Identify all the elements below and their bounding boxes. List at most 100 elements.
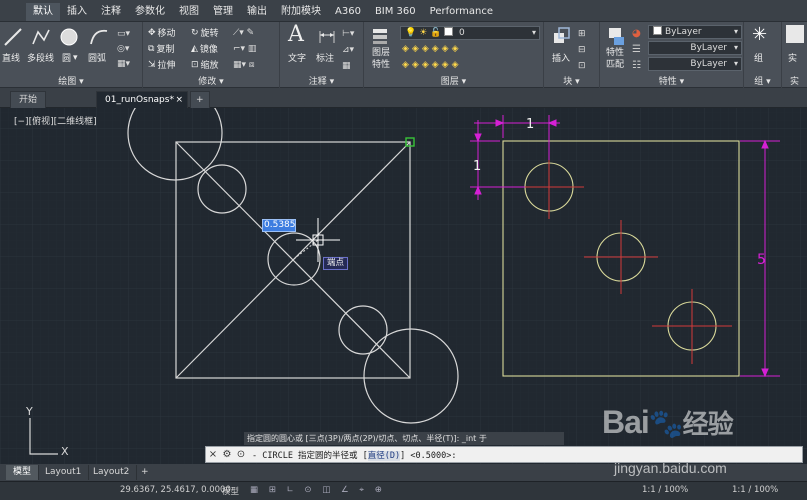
command-prompt-icon[interactable]: ⊙ (234, 447, 248, 462)
mirror-button[interactable]: ◭ 镜像 (191, 42, 218, 56)
panel-groups: ✳ 组 组 ▾ (744, 22, 782, 88)
dimension-icon (319, 31, 335, 43)
annotation-scale-2[interactable]: 1:1 / 100% (732, 485, 778, 495)
color-wheel-icon: ◕ ☰ ☷ (632, 28, 641, 71)
polyline-button[interactable]: 多段线 (27, 51, 54, 64)
move-button[interactable]: ✥ 移动 (148, 26, 176, 40)
tab-view[interactable]: 视图 (172, 3, 206, 21)
layer-tools-row2[interactable]: ◈◈◈◈◈◈ (402, 60, 462, 70)
panel-draw: 直线 多段线 圆 ▾ 圆弧 ▭▾ ◎▾ ▦▾ 绘图 ▾ (0, 22, 143, 88)
tab-performance[interactable]: Performance (423, 3, 500, 21)
file-tab-bar: 开始 01_runOsnaps* × + (0, 88, 807, 108)
drawing-area[interactable]: 1 1 5 Y X (0, 85, 807, 464)
layer-dropdown[interactable]: 💡 ☀ 🔓 0 ▾ (400, 26, 540, 40)
annotation-extra-tools[interactable]: ⊢▾ ⊿▾ ▦ (342, 26, 354, 74)
diameter-option[interactable]: 直径(D) (367, 450, 401, 461)
dynamic-input-field[interactable]: 0.5385 (262, 219, 296, 232)
model-space-toggle[interactable]: 模型 (222, 485, 239, 497)
ucs-x-label: X (61, 445, 69, 458)
rotate-icon: ↻ (191, 27, 199, 38)
layer-properties-button[interactable]: 图层 特性 (372, 48, 390, 70)
panel-annotation-label[interactable]: 注释 ▾ (280, 74, 363, 87)
linetype-dropdown[interactable]: ByLayer ▾ (648, 41, 742, 55)
polyline-icon (32, 29, 50, 45)
copy-button[interactable]: ⧉ 复制 (148, 42, 174, 56)
status-bar: 29.6367, 25.4617, 0.0000 模型 ▦ ⊞ ∟ ⊙ ◫ ∠ … (0, 481, 807, 500)
tab-insert[interactable]: 插入 (60, 3, 94, 21)
color-swatch (653, 26, 662, 35)
layer-properties-icon (373, 29, 387, 44)
tab-manage[interactable]: 管理 (206, 3, 240, 21)
tab-a360[interactable]: A360 (328, 3, 368, 21)
coordinates-readout[interactable]: 29.6367, 25.4617, 0.0000 (120, 485, 231, 495)
lineweight-dropdown[interactable]: ByLayer ▾ (648, 57, 742, 71)
lock-icon: 🔓 (430, 28, 442, 38)
tab-addins[interactable]: 附加模块 (274, 3, 328, 21)
match-properties-icon (609, 28, 624, 45)
tab-drawing[interactable]: 01_runOsnaps* × (96, 91, 188, 108)
panel-properties-label[interactable]: 特性 ▾ (600, 74, 743, 87)
modify-extra-tools[interactable]: ⟋▾ ✎ ⌐▾ ▥ ▦▾ ⧈ (233, 25, 256, 73)
command-input[interactable]: - CIRCLE 指定圆的半径或 [直径(D)] <0.5000>: (248, 449, 456, 461)
text-button[interactable]: 文字 (288, 51, 306, 64)
mirror-icon: ◭ (191, 43, 198, 54)
tab-start[interactable]: 开始 (10, 91, 47, 108)
panel-block-label[interactable]: 块 ▾ (544, 74, 599, 87)
chevron-down-icon: ▾ (531, 28, 536, 37)
chevron-down-icon: ▾ (73, 52, 78, 63)
snap-tooltip: 端点 (323, 257, 349, 270)
stretch-button[interactable]: ⇲ 拉伸 (148, 58, 176, 72)
sun-icon: ☀ (419, 28, 428, 38)
match-properties-button[interactable]: 特性 匹配 (606, 48, 624, 70)
panel-utilities-label[interactable]: 实 (782, 74, 807, 87)
layer-color-swatch (444, 27, 454, 36)
layer-state-icons: 💡 (405, 28, 417, 38)
text-icon: A (288, 22, 304, 47)
copy-icon: ⧉ (148, 43, 155, 54)
draw-extra-tools[interactable]: ▭▾ ◎▾ ▦▾ (117, 27, 130, 72)
line-icon (4, 28, 22, 46)
ucs-y-label: Y (25, 405, 33, 418)
arc-icon (90, 29, 108, 45)
tab-parametric[interactable]: 参数化 (128, 3, 172, 21)
command-line[interactable]: × ⚙ ⊙ - CIRCLE 指定圆的半径或 [直径(D)] <0.5000>: (205, 446, 803, 463)
block-extra-tools[interactable]: ⊞ ⊟ ⊡ (578, 26, 586, 74)
circle-button[interactable]: 圆 ▾ (62, 51, 78, 65)
panel-groups-label[interactable]: 组 ▾ (744, 74, 781, 87)
circle-icon (60, 28, 78, 46)
panel-draw-label[interactable]: 绘图 ▾ (0, 74, 142, 87)
close-icon[interactable]: × (175, 92, 183, 108)
panel-properties: 特性 匹配 ◕ ☰ ☷ ByLayer ▾ ByLayer ▾ ByLayer ▾ 特性 ▾ (600, 22, 744, 88)
tab-layout1[interactable]: Layout1 (38, 465, 90, 480)
drawing-canvas[interactable]: 1 1 5 Y X (0, 85, 807, 464)
dim-label-top: 1 (526, 117, 534, 132)
new-tab-button[interactable]: + (190, 91, 210, 108)
tab-bim360[interactable]: BIM 360 (368, 3, 423, 21)
panel-modify-label[interactable]: 修改 ▾ (143, 74, 279, 87)
annotation-scale-1[interactable]: 1:1 / 100% (642, 485, 688, 495)
color-dropdown[interactable]: ByLayer ▾ (648, 25, 742, 39)
arc-button[interactable]: 圆弧 (88, 51, 106, 64)
panel-layers-label[interactable]: 图层 ▾ (364, 74, 543, 87)
ribbon-tab-bar: 默认 插入 注释 参数化 视图 管理 输出 附加模块 A360 BIM 360 … (0, 0, 807, 22)
drafting-toggles[interactable]: ▦ ⊞ ∟ ⊙ ◫ ∠ ⌖ ⊕ (250, 485, 386, 495)
scale-button[interactable]: ⊡ 缩放 (191, 58, 219, 72)
tab-output[interactable]: 输出 (240, 3, 274, 21)
close-icon[interactable]: × (206, 447, 220, 462)
layer-tools-row1[interactable]: ◈◈◈◈◈◈ (402, 44, 462, 54)
measure-button[interactable]: 实 (788, 51, 797, 64)
tab-layout2[interactable]: Layout2 (86, 465, 138, 480)
settings-icon[interactable]: ⚙ (220, 447, 234, 462)
tab-annotate[interactable]: 注释 (94, 3, 128, 21)
tab-default[interactable]: 默认 (26, 3, 60, 21)
line-button[interactable]: 直线 (2, 51, 20, 64)
rotate-button[interactable]: ↻ 旋转 (191, 26, 219, 40)
panel-layers: 图层 特性 💡 ☀ 🔓 0 ▾ ◈◈◈◈◈◈ ◈◈◈◈◈◈ 图层 ▾ (364, 22, 544, 88)
insert-button[interactable]: 插入 (552, 51, 570, 64)
tab-model[interactable]: 模型 (6, 465, 40, 480)
add-layout-button[interactable]: + (134, 465, 156, 480)
dimension-button[interactable]: 标注 (316, 51, 334, 64)
viewport-controls[interactable]: [−][俯视][二维线框] (14, 114, 97, 127)
layout-tab-bar: 模型 Layout1 Layout2 + (0, 464, 807, 481)
group-button[interactable]: 组 (754, 51, 763, 64)
